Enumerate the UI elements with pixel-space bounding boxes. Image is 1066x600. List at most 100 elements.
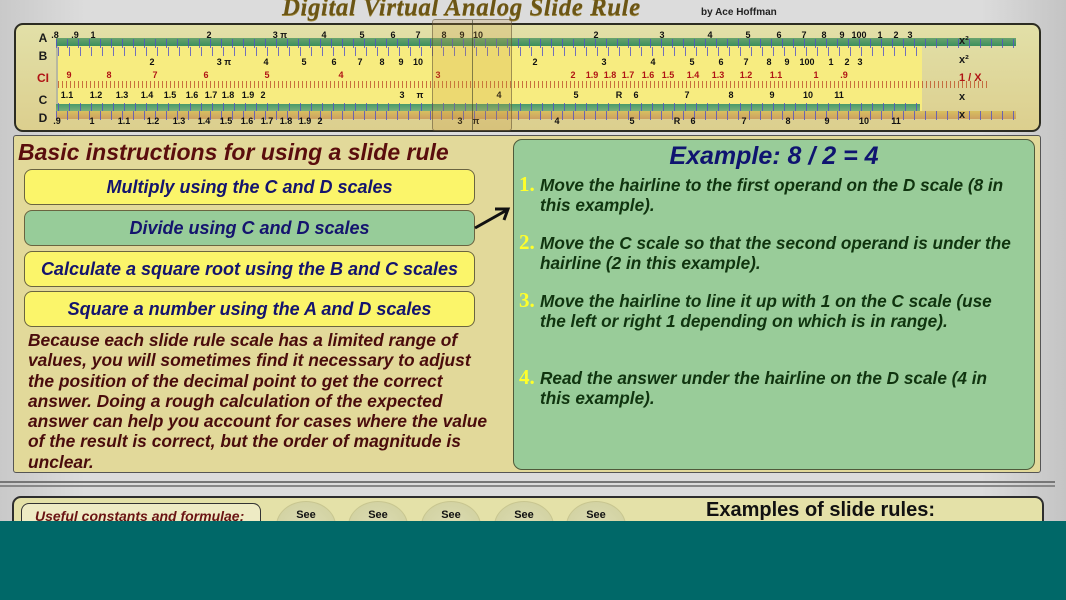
b-scale-label: 3 [857,57,863,67]
c-scale-label: 1.2 [89,90,103,100]
d-scale-label: 5 [629,116,635,126]
a-scale-label: 9 [839,30,845,40]
scale-label-ci: CI [37,71,49,85]
step-2: 2. Move the C scale so that the second o… [519,230,1019,273]
example-title: Example: 8 / 2 = 4 [669,142,879,170]
scale-label-a: A [38,31,48,45]
b-scale-label: 7 [357,57,363,67]
c-scale-label: 10 [802,90,814,100]
ci-scale-label: 1.1 [769,70,783,80]
d-scale-label: 1 [89,116,95,126]
ci-scale-label: 5 [264,70,270,80]
c-scale-label: 6 [633,90,639,100]
step-text: Move the C scale so that the second oper… [540,233,1011,273]
d-scale-label: 1.3 [172,116,186,126]
step-text: Read the answer under the hairline on th… [540,368,987,408]
b-scale-label: 3 [601,57,607,67]
hairline[interactable] [472,20,473,130]
ci-scale-label: 1.7 [621,70,635,80]
c-scale-label: 1.9 [241,90,255,100]
a-scale-label: 4 [321,30,327,40]
c-scale-label: 1.5 [163,90,177,100]
b-scale-label: 2 [532,57,538,67]
d-scale-label: 1.6 [240,116,254,126]
arrow-icon [474,207,511,230]
c-scale-label: 1.8 [221,90,235,100]
c-scale-label: R [615,90,623,100]
c-scale-label: 8 [728,90,734,100]
a-scale-label: 8 [821,30,827,40]
b-scale-label: 9 [784,57,790,67]
a-scale-label: 7 [415,30,421,40]
slide-rule: A B CI C D .8.9 1 2 3 π 4 5 6 7 8 9 10 2 3 4 5 6 7 8 9 100 1… [14,19,1041,132]
d-scale-label: 11 [891,116,901,126]
example-box: Example: 8 / 2 = 4 1. Move the hairline … [513,139,1035,470]
a-scale-label: 5 [745,30,751,40]
author-byline: by Ace Hoffman [701,7,777,18]
ci-scale-label: 9 [66,70,72,80]
c-scale-label: 1.7 [204,90,218,100]
c-scale-label: 1.6 [185,90,199,100]
d-scale-label: 2 [317,116,323,126]
a-scale-label: 2 [893,30,899,40]
square-button[interactable]: Square a number using the A and D scales [24,291,475,327]
step-number: 4. [519,365,535,389]
section-divider [0,481,1055,487]
scale-func-d: x [959,109,966,121]
c-scale-label: 9 [769,90,775,100]
step-text: Move the hairline to line it up with 1 o… [540,291,992,331]
d-scale-label: 9 [824,116,830,126]
b-scale-label: 6 [331,57,337,67]
b-scale-label: 100 [799,57,815,67]
multiply-button[interactable]: Multiply using the C and D scales [24,169,475,205]
c-scale-label: 2 [260,90,266,100]
d-scale-label: 7 [741,116,747,126]
a-scale-label: 5 [359,30,365,40]
a-scale-label: 6 [390,30,396,40]
scale-label-d: D [38,111,48,125]
d-scale-label: R [673,116,681,126]
ci-scale-label: 1.2 [739,70,753,80]
ci-scale-label: 7 [152,70,158,80]
step-3: 3. Move the hairline to line it up with … [519,288,1019,331]
examples-heading: Examples of slide rules: [706,499,935,521]
b-scale-label: 10 [412,57,424,67]
b-scale-label: 4 [263,57,269,67]
scale-func-b: x² [959,54,969,66]
b-scale-label: 3 π [216,57,232,67]
step-number: 1. [519,172,535,196]
b-scale-label: 6 [718,57,724,67]
a-scale-label: 3 [659,30,665,40]
scale-func-ci: 1 / X [959,72,982,84]
b-scale-label: 8 [766,57,772,67]
scale-func-c: x [959,91,966,103]
b-scale-label: 1 [828,57,834,67]
ci-scale-label: 1.4 [686,70,700,80]
d-scale-label: .9 [53,116,61,126]
step-text: Move the hairline to the first operand o… [540,175,1004,215]
c-scale-label: 7 [684,90,690,100]
d-scale-label: 4 [554,116,560,126]
cursor-window[interactable] [432,19,512,131]
a-scale-label: 3 [907,30,913,40]
b-scale-label: 4 [650,57,656,67]
ci-scale-label: .9 [840,70,848,80]
c-scale-label: 1.3 [115,90,129,100]
ci-scale-ticks [58,81,988,88]
c-scale-label: 5 [573,90,579,100]
c-scale-label: 11 [834,90,844,100]
a-scale-label: 1 [877,30,883,40]
ci-scale-label: 1.9 [585,70,599,80]
b-scale-label: 7 [743,57,749,67]
a-scale-label: 7 [801,30,807,40]
c-scale-label: 3 [399,90,405,100]
d-scale-label: 1.1 [117,116,131,126]
decimal-point-note: Because each slide rule scale has a limi… [28,330,488,472]
ci-scale-label: 4 [338,70,344,80]
b-scale-label: 5 [301,57,307,67]
ci-scale-label: 6 [203,70,209,80]
instructions-heading: Basic instructions for using a slide rul… [18,139,449,165]
step-number: 3. [519,288,535,312]
divide-button[interactable]: Divide using C and D scales [24,210,475,246]
square-root-button[interactable]: Calculate a square root using the B and … [24,251,475,287]
